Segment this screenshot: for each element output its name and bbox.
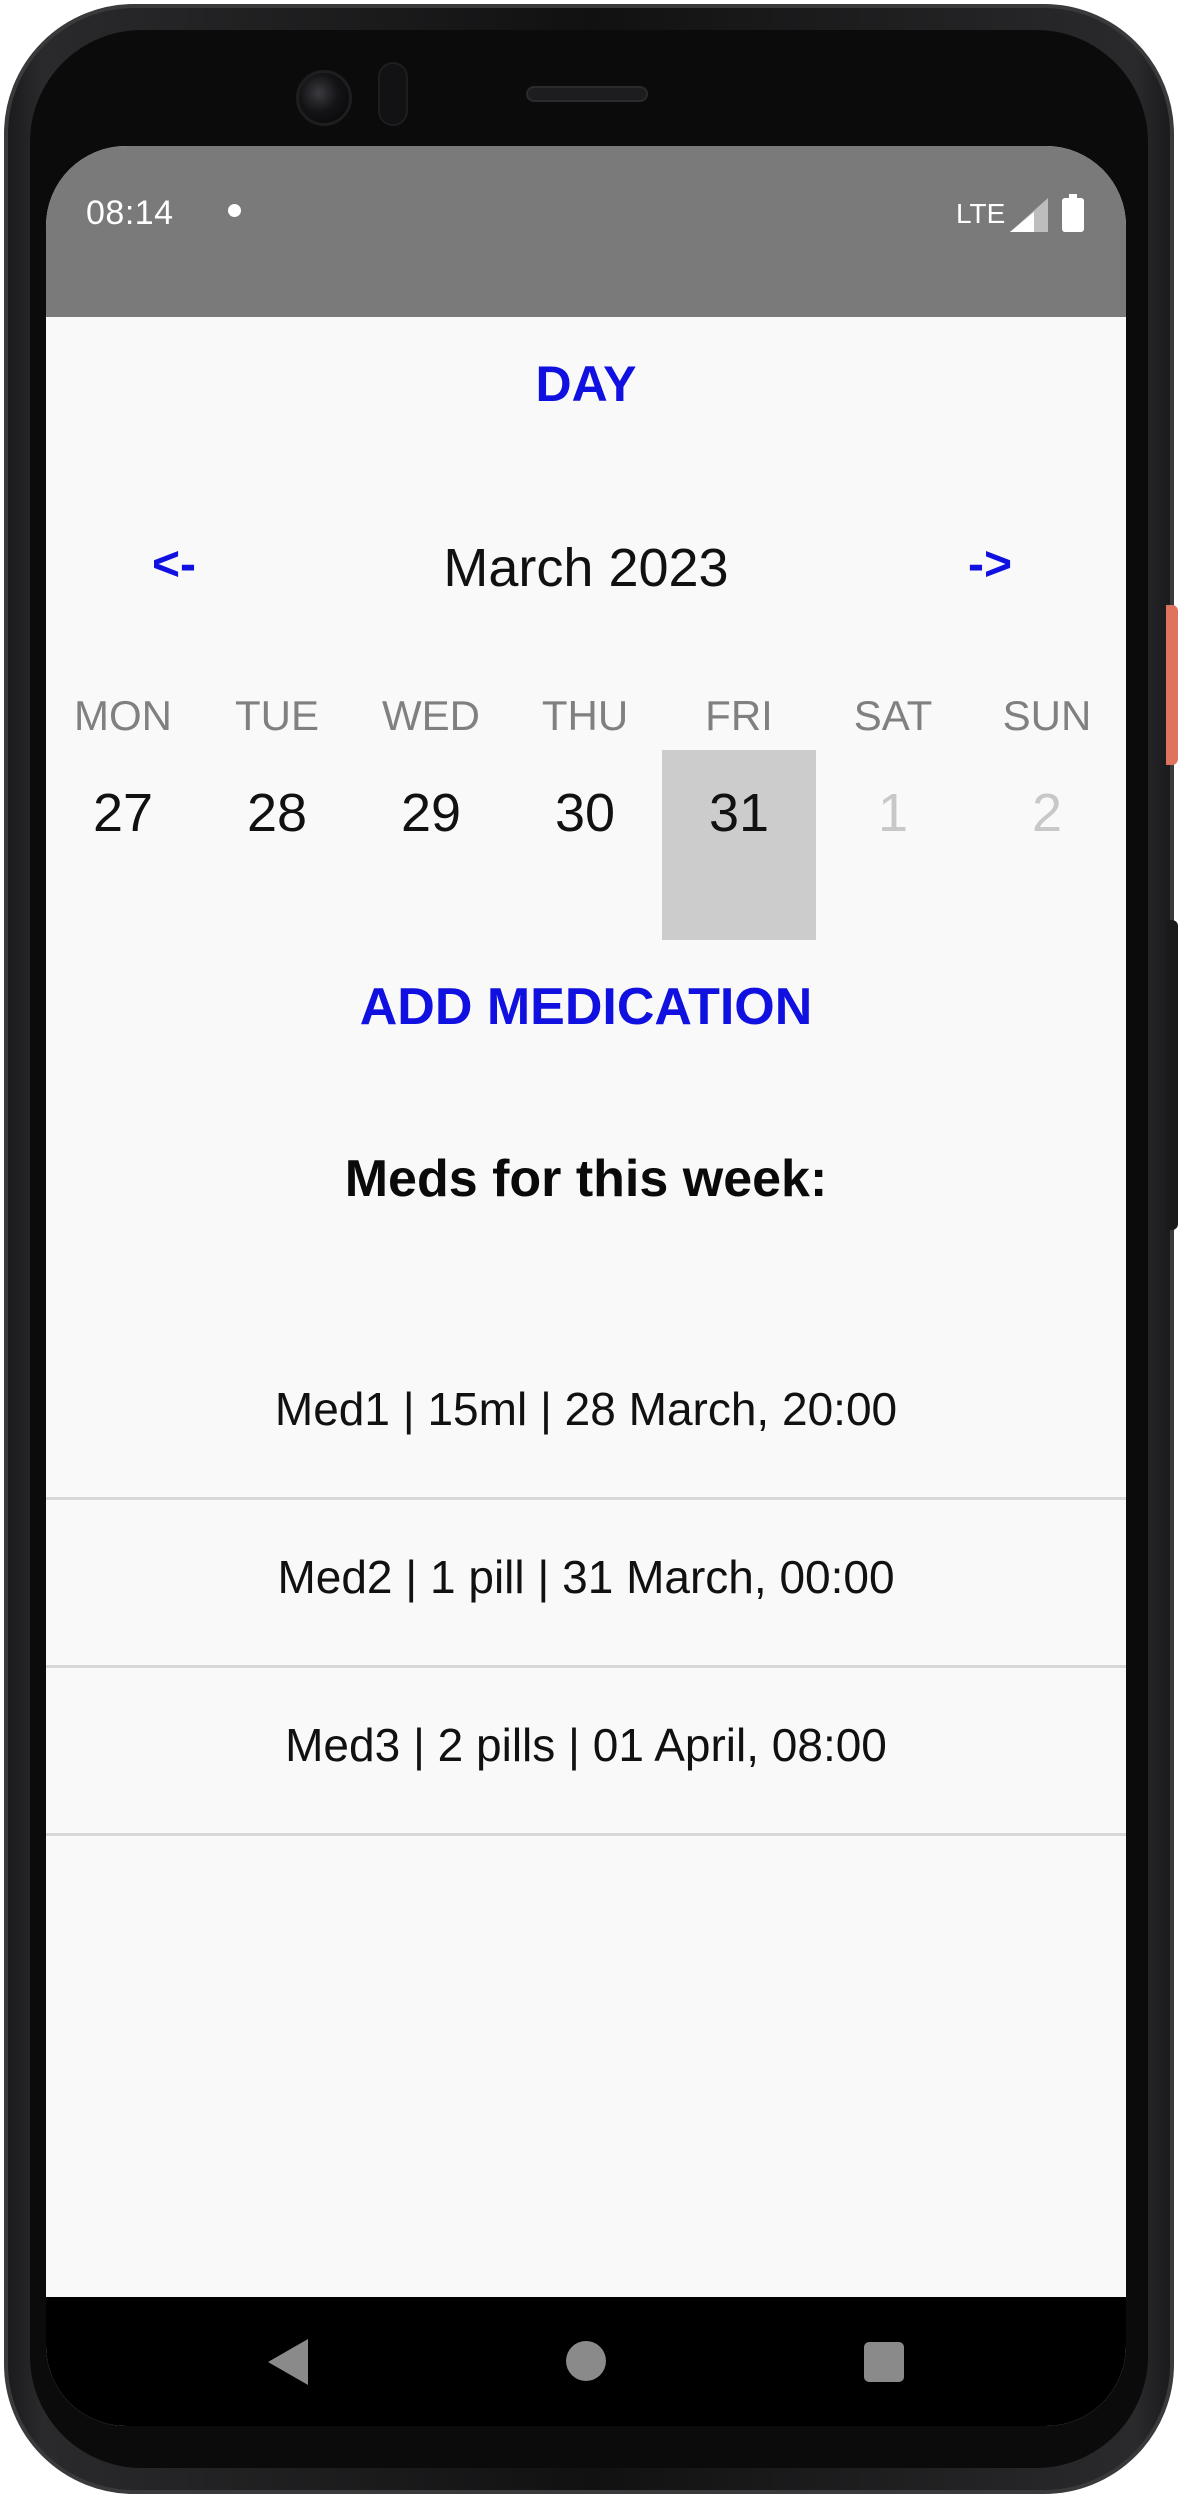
medication-item-text: Med2 | 1 pill | 31 March, 00:00	[277, 1551, 895, 1603]
day-of-week-label: SUN	[1002, 692, 1092, 739]
volume-button	[1166, 920, 1178, 1230]
day-number: 27	[92, 783, 154, 843]
day-of-week-label: THU	[541, 692, 629, 739]
day-cell-mon[interactable]: MON 27	[46, 692, 200, 884]
medication-list-item[interactable]: Med1 | 15ml | 28 March, 20:00	[46, 1332, 1126, 1500]
meds-section-title: Meds for this week:	[344, 1150, 828, 1208]
day-number: 28	[246, 783, 308, 843]
day-of-week-label: SAT	[853, 692, 933, 739]
day-number: 2	[1031, 783, 1063, 843]
front-camera	[296, 70, 352, 126]
day-view-button[interactable]: DAY	[46, 355, 1126, 413]
back-icon[interactable]	[268, 2339, 308, 2385]
medication-item-text: Med3 | 2 pills | 01 April, 08:00	[285, 1719, 887, 1771]
day-cell-thu[interactable]: THU 30	[508, 692, 662, 884]
recents-icon[interactable]	[864, 2342, 904, 2382]
day-cell-tue[interactable]: TUE 28	[200, 692, 354, 884]
power-button	[1166, 605, 1178, 765]
medication-list-item[interactable]: Med3 | 2 pills | 01 April, 08:00	[46, 1668, 1126, 1836]
medication-list: Med1 | 15ml | 28 March, 20:00 Med2 | 1 p…	[46, 1332, 1126, 1836]
navigation-bar	[46, 2297, 1126, 2426]
month-title: March 2023	[443, 538, 729, 598]
day-cell-wed[interactable]: WED 29	[354, 692, 508, 884]
selected-day-highlight	[662, 750, 816, 940]
day-cell-sun[interactable]: SUN 2	[970, 692, 1124, 884]
day-number: 29	[400, 783, 462, 843]
notification-dot-icon	[228, 204, 241, 217]
battery-icon	[1062, 194, 1084, 232]
status-time: 08:14	[86, 194, 174, 232]
week-strip: MON 27 TUE 28 WED 29 THU 30 FRI 31 SAT 1…	[46, 692, 1126, 940]
day-of-week-label: FRI	[705, 692, 773, 739]
day-of-week-label: WED	[382, 692, 480, 739]
day-number: 31	[708, 783, 770, 843]
network-type: LTE	[956, 198, 1006, 229]
day-cell-sat[interactable]: SAT 1	[816, 692, 970, 884]
day-number: 30	[554, 783, 616, 843]
app-content: DAY <- March 2023 -> MON 27 TUE 28 WED 2…	[46, 317, 1126, 2297]
month-navigator: <- March 2023 ->	[46, 537, 1126, 607]
proximity-sensor	[378, 62, 408, 126]
signal-icon	[1010, 198, 1048, 232]
day-of-week-label: MON	[74, 692, 172, 739]
medication-item-text: Med1 | 15ml | 28 March, 20:00	[274, 1383, 898, 1435]
next-month-button[interactable]: ->	[968, 537, 1012, 592]
day-cell-fri-selected[interactable]: FRI 31	[662, 692, 816, 940]
day-number: 1	[877, 783, 909, 843]
home-icon[interactable]	[566, 2341, 606, 2381]
medication-list-item[interactable]: Med2 | 1 pill | 31 March, 00:00	[46, 1500, 1126, 1668]
status-bar: 08:14 LTE	[46, 146, 1126, 317]
screen: 08:14 LTE DAY <- March 2023 -> MON 27 TU…	[46, 146, 1126, 2426]
earpiece-speaker	[526, 86, 648, 102]
add-medication-button[interactable]: ADD MEDICATION	[46, 977, 1126, 1037]
day-of-week-label: TUE	[235, 692, 319, 739]
